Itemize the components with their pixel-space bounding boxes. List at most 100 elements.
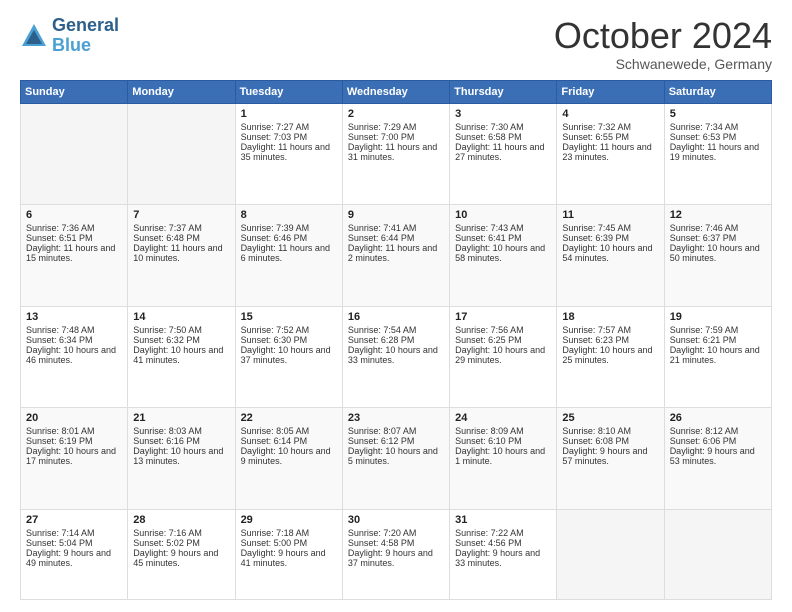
calendar-cell: 22Sunrise: 8:05 AMSunset: 6:14 PMDayligh… (235, 408, 342, 510)
sunset-text: Sunset: 6:48 PM (133, 233, 229, 243)
sunset-text: Sunset: 6:39 PM (562, 233, 658, 243)
calendar-cell: 30Sunrise: 7:20 AMSunset: 4:58 PMDayligh… (342, 509, 449, 599)
sunrise-text: Sunrise: 7:48 AM (26, 325, 122, 335)
sunrise-text: Sunrise: 7:46 AM (670, 223, 766, 233)
daylight-text: Daylight: 10 hours and 13 minutes. (133, 446, 229, 466)
day-number: 27 (26, 514, 122, 526)
weekday-header-sunday: Sunday (21, 80, 128, 103)
day-number: 25 (562, 412, 658, 424)
calendar-cell: 11 Sunrise: 7:45 AMSunset: 6:39 PMDayligh… (557, 205, 664, 307)
day-number: 15 (241, 311, 337, 323)
sunset-text: Sunset: 5:02 PM (133, 538, 229, 548)
daylight-text: Daylight: 9 hours and 37 minutes. (348, 548, 444, 568)
day-number: 30 (348, 514, 444, 526)
title-block: October 2024 Schwanewede, Germany (554, 16, 772, 72)
day-number: 6 (26, 209, 122, 221)
calendar-cell (664, 509, 771, 599)
daylight-text: Daylight: 9 hours and 49 minutes. (26, 548, 122, 568)
sunset-text: Sunset: 6:30 PM (241, 335, 337, 345)
calendar-cell (557, 509, 664, 599)
sunrise-text: Sunrise: 8:01 AM (26, 426, 122, 436)
day-number: 9 (348, 209, 444, 221)
calendar-cell: 18Sunrise: 7:57 AMSunset: 6:23 PMDayligh… (557, 306, 664, 408)
day-number: 11 (562, 209, 658, 221)
sunrise-text: Sunrise: 8:12 AM (670, 426, 766, 436)
day-number: 8 (241, 209, 337, 221)
sunset-text: Sunset: 6:53 PM (670, 132, 766, 142)
sunset-text: Sunset: 6:21 PM (670, 335, 766, 345)
calendar-cell: 2Sunrise: 7:29 AMSunset: 7:00 PMDaylight… (342, 103, 449, 205)
sunset-text: Sunset: 6:19 PM (26, 436, 122, 446)
sunrise-text: Sunrise: 7:22 AM (455, 528, 551, 538)
sunrise-text: Sunrise: 7:18 AM (241, 528, 337, 538)
sunrise-text: Sunrise: 7:20 AM (348, 528, 444, 538)
sunrise-text: Sunrise: 7:39 AM (241, 223, 337, 233)
week-row-4: 20Sunrise: 8:01 AMSunset: 6:19 PMDayligh… (21, 408, 772, 510)
calendar-cell: 16 Sunrise: 7:54 AMSunset: 6:28 PMDayligh… (342, 306, 449, 408)
day-number: 21 (133, 412, 229, 424)
calendar-cell: 8Sunrise: 7:39 AMSunset: 6:46 PMDaylight… (235, 205, 342, 307)
calendar-cell: 4Sunrise: 7:32 AMSunset: 6:55 PMDaylight… (557, 103, 664, 205)
sunrise-text: Sunrise: 7:43 AM (455, 223, 551, 233)
calendar-cell: 31Sunrise: 7:22 AMSunset: 4:56 PMDayligh… (450, 509, 557, 599)
day-number: 16 (348, 311, 444, 323)
logo-text: General Blue (52, 16, 119, 56)
weekday-header-row: SundayMondayTuesdayWednesdayThursdayFrid… (21, 80, 772, 103)
calendar-cell: 29Sunrise: 7:18 AMSunset: 5:00 PMDayligh… (235, 509, 342, 599)
sunrise-text: Sunrise: 7:16 AM (133, 528, 229, 538)
sunrise-text: Sunrise: 7:32 AM (562, 122, 658, 132)
sunset-text: Sunset: 6:23 PM (562, 335, 658, 345)
calendar-cell (128, 103, 235, 205)
sunrise-text: Sunrise: 8:09 AM (455, 426, 551, 436)
sunrise-text: Sunrise: 8:10 AM (562, 426, 658, 436)
sunset-text: Sunset: 6:06 PM (670, 436, 766, 446)
daylight-text: Daylight: 9 hours and 57 minutes. (562, 446, 658, 466)
sunrise-text: Sunrise: 7:14 AM (26, 528, 122, 538)
daylight-text: Daylight: 10 hours and 5 minutes. (348, 446, 444, 466)
calendar-cell: 27Sunrise: 7:14 AMSunset: 5:04 PMDayligh… (21, 509, 128, 599)
day-number: 18 (562, 311, 658, 323)
daylight-text: Daylight: 10 hours and 33 minutes. (348, 345, 444, 365)
calendar-cell: 14Sunrise: 7:50 AMSunset: 6:32 PMDayligh… (128, 306, 235, 408)
calendar-cell: 21Sunrise: 8:03 AMSunset: 6:16 PMDayligh… (128, 408, 235, 510)
sunrise-text: Sunrise: 7:30 AM (455, 122, 551, 132)
sunset-text: Sunset: 4:56 PM (455, 538, 551, 548)
weekday-header-friday: Friday (557, 80, 664, 103)
sunset-text: Sunset: 6:37 PM (670, 233, 766, 243)
sunset-text: Sunset: 6:55 PM (562, 132, 658, 142)
calendar-cell: 1Sunrise: 7:27 AMSunset: 7:03 PMDaylight… (235, 103, 342, 205)
sunset-text: Sunset: 6:08 PM (562, 436, 658, 446)
daylight-text: Daylight: 11 hours and 31 minutes. (348, 142, 444, 162)
sunset-text: Sunset: 6:41 PM (455, 233, 551, 243)
daylight-text: Daylight: 11 hours and 27 minutes. (455, 142, 551, 162)
sunrise-text: Sunrise: 7:57 AM (562, 325, 658, 335)
sunset-text: Sunset: 6:44 PM (348, 233, 444, 243)
calendar-cell: 15 Sunrise: 7:52 AMSunset: 6:30 PMDayligh… (235, 306, 342, 408)
sunset-text: Sunset: 6:28 PM (348, 335, 444, 345)
day-number: 22 (241, 412, 337, 424)
day-number: 29 (241, 514, 337, 526)
calendar-cell: 5Sunrise: 7:34 AMSunset: 6:53 PMDaylight… (664, 103, 771, 205)
weekday-header-thursday: Thursday (450, 80, 557, 103)
sunrise-text: Sunrise: 7:29 AM (348, 122, 444, 132)
weekday-header-wednesday: Wednesday (342, 80, 449, 103)
sunrise-text: Sunrise: 7:45 AM (562, 223, 658, 233)
daylight-text: Daylight: 11 hours and 35 minutes. (241, 142, 337, 162)
daylight-text: Daylight: 10 hours and 37 minutes. (241, 345, 337, 365)
daylight-text: Daylight: 11 hours and 10 minutes. (133, 243, 229, 263)
sunrise-text: Sunrise: 7:54 AM (348, 325, 444, 335)
day-number: 19 (670, 311, 766, 323)
sunrise-text: Sunrise: 7:52 AM (241, 325, 337, 335)
sunset-text: Sunset: 6:34 PM (26, 335, 122, 345)
daylight-text: Daylight: 11 hours and 23 minutes. (562, 142, 658, 162)
weekday-header-tuesday: Tuesday (235, 80, 342, 103)
day-number: 14 (133, 311, 229, 323)
sunset-text: Sunset: 6:58 PM (455, 132, 551, 142)
daylight-text: Daylight: 9 hours and 53 minutes. (670, 446, 766, 466)
daylight-text: Daylight: 10 hours and 54 minutes. (562, 243, 658, 263)
weekday-header-saturday: Saturday (664, 80, 771, 103)
sunset-text: Sunset: 5:00 PM (241, 538, 337, 548)
day-number: 26 (670, 412, 766, 424)
day-number: 13 (26, 311, 122, 323)
sunrise-text: Sunrise: 8:05 AM (241, 426, 337, 436)
